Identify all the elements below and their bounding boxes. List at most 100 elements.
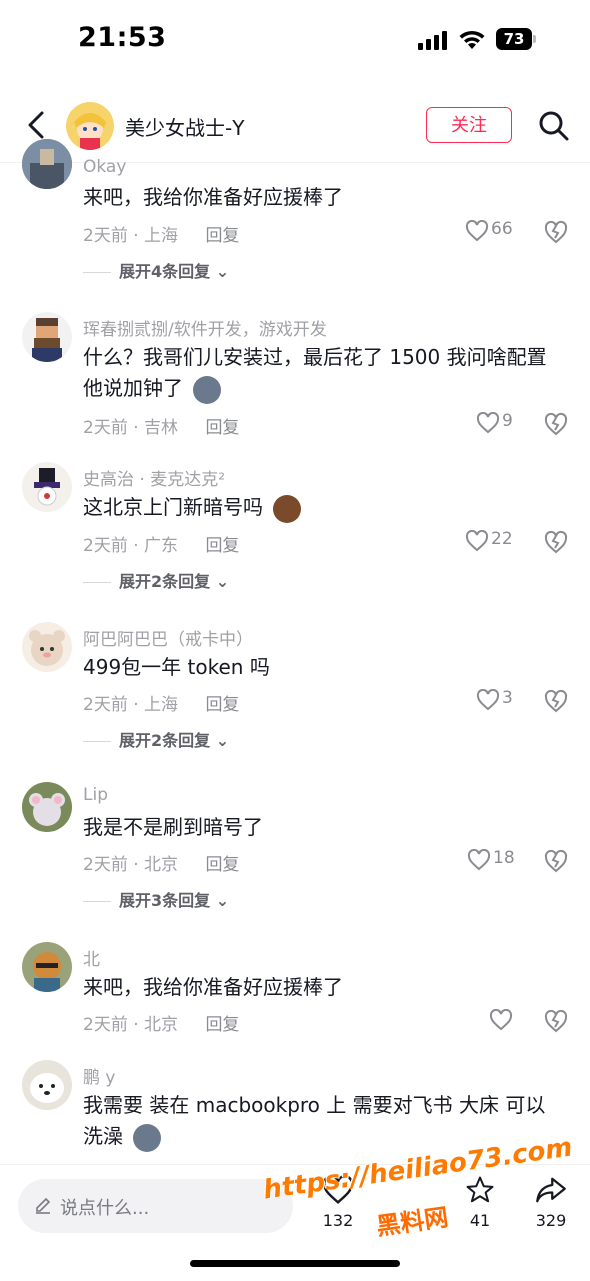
comment-username[interactable]: 鹏 y [83, 1063, 115, 1088]
comment-text: 来吧，我给你准备好应援棒了 [83, 975, 343, 999]
like-button[interactable]: 18 [467, 848, 537, 876]
comment-avatar[interactable] [22, 462, 72, 512]
husky-emoji-icon [193, 375, 222, 404]
heart-icon [476, 689, 500, 711]
wifi-icon [459, 30, 485, 49]
comment-username[interactable]: 阿巴阿巴巴（戒卡中） [83, 625, 253, 650]
back-button[interactable] [20, 108, 54, 142]
dislike-icon[interactable] [543, 412, 569, 436]
favorite-action-count: 41 [469, 1211, 491, 1230]
reply-button[interactable]: 回复 [205, 695, 239, 715]
signal-icon [418, 30, 450, 50]
comment-meta: 2天前 · 北京 回复 [83, 1010, 239, 1035]
comment-username[interactable]: Lip [83, 785, 108, 805]
battery-icon: 73 [496, 28, 532, 50]
comment-meta: 2天前 · 吉林 回复 [83, 413, 239, 438]
comment-text: 这北京上门新暗号吗 [83, 492, 563, 523]
like-button[interactable]: 22 [465, 529, 535, 557]
reply-button[interactable]: 回复 [205, 1015, 239, 1035]
pen-icon [36, 1197, 51, 1214]
like-button[interactable]: 66 [465, 219, 535, 247]
page-title: 美少女战士-Y [125, 116, 245, 140]
comment-meta: 2天前 · 上海 回复 [83, 221, 239, 246]
comment-avatar[interactable] [22, 622, 72, 672]
comment-text-content: 这北京上门新暗号吗 [83, 495, 263, 519]
expand-replies-button[interactable]: 展开2条回复 ⌄ [83, 727, 229, 751]
comment-time-location: 2天前 · 北京 [83, 1015, 179, 1035]
share-icon [536, 1177, 566, 1203]
comment-text-content: 什么？我哥们儿安装过，最后花了 1500 我问啥配置他说加钟了 [83, 345, 547, 400]
comment-meta: 2天前 · 广东 回复 [83, 531, 239, 556]
expand-replies-button[interactable]: 展开4条回复 ⌄ [83, 258, 229, 282]
like-count: 66 [491, 219, 513, 239]
favorite-action[interactable]: 41 [458, 1175, 502, 1230]
reply-button[interactable]: 回复 [205, 855, 239, 875]
expand-replies-label: 展开2条回复 [119, 731, 211, 750]
comment-item: 北 来吧，我给你准备好应援棒了 2天前 · 北京 回复 [0, 942, 590, 1042]
expand-replies-button[interactable]: 展开3条回复 ⌄ [83, 887, 229, 911]
comment-input[interactable]: 说点什么... [18, 1179, 293, 1233]
comment-input-placeholder: 说点什么... [60, 1198, 150, 1219]
poop-emoji-icon [273, 494, 302, 523]
comment-time-location: 2天前 · 北京 [83, 855, 179, 875]
heart-icon [476, 412, 500, 434]
like-count: 9 [502, 411, 513, 431]
comment-item: 史高治 · 麦克达克² 这北京上门新暗号吗 2天前 · 广东 回复 22 展开2… [0, 462, 590, 592]
heart-icon [489, 1009, 513, 1031]
header: 美少女战士-Y 关注 [0, 90, 590, 163]
expand-divider [83, 741, 111, 742]
reply-button[interactable]: 回复 [205, 536, 239, 556]
comment-text: 499包一年 token 吗 [83, 655, 270, 679]
share-action[interactable]: 329 [529, 1175, 573, 1230]
comment-username[interactable]: 史高治 · 麦克达克² [83, 465, 225, 490]
comment-text: 来吧，我给你准备好应援棒了 [83, 185, 343, 209]
comment-username[interactable]: Okay [83, 157, 126, 177]
like-count: 3 [502, 688, 513, 708]
share-action-count: 329 [535, 1211, 567, 1230]
status-bar: 21:53 73 [0, 0, 590, 80]
reply-button[interactable]: 回复 [205, 226, 239, 246]
comment-time-location: 2天前 · 吉林 [83, 418, 179, 438]
comment-username[interactable]: 北 [83, 945, 100, 970]
expand-replies-label: 展开2条回复 [119, 572, 211, 591]
expand-divider [83, 272, 111, 273]
dislike-icon[interactable] [543, 530, 569, 554]
like-button[interactable]: 9 [476, 411, 546, 439]
avatar[interactable] [66, 102, 114, 150]
comment-item: 珲春捌贰捌/软件开发，游戏开发 什么？我哥们儿安装过，最后花了 1500 我问啥… [0, 312, 590, 442]
comment-item: Lip 我是不是刷到暗号了 2天前 · 北京 回复 18 展开3条回复 ⌄ [0, 782, 590, 912]
search-icon[interactable] [536, 108, 570, 142]
like-count: 22 [491, 529, 513, 549]
heart-icon [467, 849, 491, 871]
heart-icon [465, 530, 489, 552]
comment-time-location: 2天前 · 上海 [83, 226, 179, 246]
like-count: 18 [493, 848, 515, 868]
comment-avatar[interactable] [22, 1060, 72, 1110]
expand-replies-button[interactable]: 展开2条回复 ⌄ [83, 568, 229, 592]
status-time: 21:53 [78, 22, 167, 53]
comment-avatar[interactable] [22, 312, 72, 362]
comment-meta: 2天前 · 北京 回复 [83, 850, 239, 875]
follow-button[interactable]: 关注 [426, 107, 512, 143]
expand-replies-label: 展开3条回复 [119, 891, 211, 910]
husky-emoji-icon [133, 1123, 162, 1152]
comment-time-location: 2天前 · 广东 [83, 536, 179, 556]
comment-item: 阿巴阿巴巴（戒卡中） 499包一年 token 吗 2天前 · 上海 回复 3 … [0, 622, 590, 752]
comment-text: 什么？我哥们儿安装过，最后花了 1500 我问啥配置他说加钟了 [83, 342, 563, 404]
comment-avatar[interactable] [22, 139, 72, 189]
comment-username[interactable]: 珲春捌贰捌/软件开发，游戏开发 [83, 315, 327, 340]
comment-avatar[interactable] [22, 942, 72, 992]
comment-time-location: 2天前 · 上海 [83, 695, 179, 715]
dislike-icon[interactable] [543, 849, 569, 873]
dislike-icon[interactable] [543, 220, 569, 244]
like-button[interactable]: 3 [476, 688, 546, 716]
dislike-icon[interactable] [543, 1009, 569, 1033]
expand-divider [83, 582, 111, 583]
expand-replies-label: 展开4条回复 [119, 262, 211, 281]
heart-icon [465, 220, 489, 242]
comment-avatar[interactable] [22, 782, 72, 832]
reply-button[interactable]: 回复 [205, 418, 239, 438]
star-icon [466, 1176, 494, 1203]
dislike-icon[interactable] [543, 689, 569, 713]
home-indicator[interactable] [190, 1260, 400, 1267]
